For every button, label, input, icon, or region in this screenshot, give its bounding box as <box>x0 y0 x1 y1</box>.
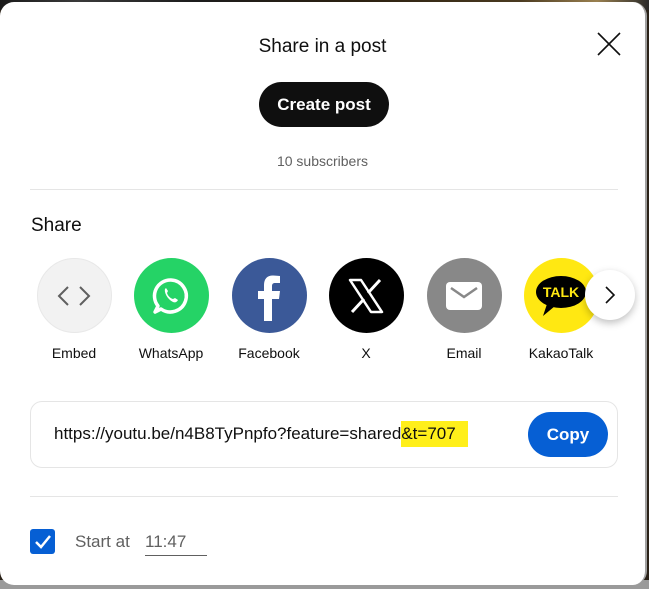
share-item-label: KakaoTalk <box>528 345 594 361</box>
share-item-email[interactable]: Email <box>419 258 509 361</box>
start-at-checkbox[interactable] <box>30 529 55 554</box>
facebook-icon <box>231 258 307 333</box>
share-item-label: Email <box>446 345 482 361</box>
share-item-x[interactable]: X <box>321 258 411 361</box>
share-heading: Share <box>31 215 82 236</box>
close-button[interactable] <box>596 31 622 57</box>
start-at-label: Start at <box>75 532 130 551</box>
share-dialog: Share in a post Create post 10 subscribe… <box>0 2 647 585</box>
share-url[interactable]: https://youtu.be/n4B8TyPnpfo?feature=sha… <box>54 421 468 447</box>
copy-button[interactable]: Copy <box>528 412 608 457</box>
share-url-main: https://youtu.be/n4B8TyPnpfo?feature=sha… <box>54 424 402 443</box>
checkmark-icon <box>34 534 51 549</box>
embed-icon <box>36 258 112 333</box>
subscriber-count: 10 subscribers <box>276 153 369 169</box>
svg-text:TALK: TALK <box>543 284 579 300</box>
x-icon <box>328 258 404 333</box>
start-at-time-input[interactable] <box>145 529 207 556</box>
share-item-label: Embed <box>51 345 97 361</box>
create-post-button[interactable]: Create post <box>259 82 389 127</box>
share-next-button[interactable] <box>585 270 635 320</box>
divider <box>30 496 618 497</box>
dialog-title: Share in a post <box>258 36 387 57</box>
whatsapp-icon <box>133 258 209 333</box>
close-icon <box>597 32 621 56</box>
divider <box>30 189 618 190</box>
share-item-label: WhatsApp <box>138 345 204 361</box>
share-url-box: https://youtu.be/n4B8TyPnpfo?feature=sha… <box>30 401 618 468</box>
share-item-facebook[interactable]: Facebook <box>224 258 314 361</box>
share-item-embed[interactable]: Embed <box>29 258 119 361</box>
share-item-label: Facebook <box>238 345 300 361</box>
email-icon <box>426 258 502 333</box>
share-url-timestamp-highlight: &t=707 <box>401 421 468 447</box>
share-item-label: X <box>361 345 371 361</box>
chevron-right-icon <box>605 286 616 304</box>
share-item-whatsapp[interactable]: WhatsApp <box>126 258 216 361</box>
